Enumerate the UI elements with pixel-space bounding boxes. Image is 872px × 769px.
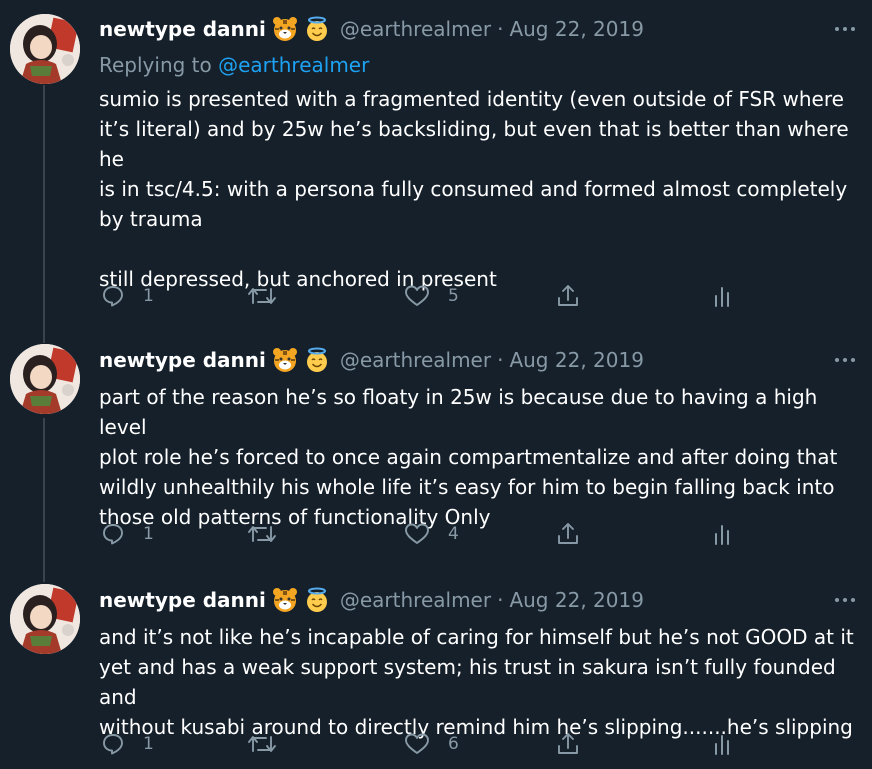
tiger-face-emoji <box>272 347 298 373</box>
tweet-date[interactable]: Aug 22, 2019 <box>509 588 643 612</box>
more-options-icon[interactable] <box>832 590 858 610</box>
reply-count: 1 <box>143 524 154 544</box>
analytics-icon <box>715 287 729 307</box>
replying-to-mention[interactable]: @earthrealmer <box>218 53 369 77</box>
like-button[interactable]: 5 <box>404 281 459 311</box>
smiling-face-with-halo-emoji <box>304 16 330 42</box>
separator-dot: · <box>497 17 504 41</box>
display-name[interactable]: newtype danni <box>99 17 266 41</box>
tweet-header: newtype danni @earthrealmer · Aug 22, 20… <box>99 585 644 615</box>
tweet-text: part of the reason he’s so floaty in 25w… <box>99 385 838 529</box>
tweet[interactable]: newtype danni @earthrealmer · Aug 22, 20… <box>0 330 872 570</box>
reply-button[interactable]: 1 <box>101 281 154 311</box>
analytics-button[interactable] <box>712 519 734 549</box>
analytics-button[interactable] <box>712 729 734 759</box>
like-count: 5 <box>448 286 459 306</box>
tiger-face-emoji <box>272 16 298 42</box>
share-icon <box>558 285 578 306</box>
tweet[interactable]: newtype danni @earthrealmer · Aug 22, 20… <box>0 0 872 330</box>
share-icon <box>558 733 578 754</box>
reply-count: 1 <box>143 286 154 306</box>
separator-dot: · <box>497 348 504 372</box>
tweet-text: and it’s not like he’s incapable of cari… <box>99 625 854 739</box>
like-button[interactable]: 6 <box>404 729 459 759</box>
analytics-icon <box>715 525 729 545</box>
retweet-icon <box>248 736 276 752</box>
smiling-face-with-halo-emoji <box>304 587 330 613</box>
display-name[interactable]: newtype danni <box>99 588 266 612</box>
reply-icon <box>103 524 123 545</box>
tweet-date[interactable]: Aug 22, 2019 <box>509 17 643 41</box>
reply-count: 1 <box>143 734 154 754</box>
like-icon <box>405 523 429 544</box>
share-icon <box>558 523 578 544</box>
like-count: 6 <box>448 734 459 754</box>
retweet-icon <box>248 526 276 542</box>
tiger-face-emoji <box>272 587 298 613</box>
like-icon <box>405 285 429 306</box>
reply-icon <box>103 286 123 307</box>
more-options-icon[interactable] <box>832 19 858 39</box>
separator-dot: · <box>497 588 504 612</box>
user-handle[interactable]: @earthrealmer <box>340 17 491 41</box>
retweet-button[interactable] <box>246 519 278 549</box>
tweet-date[interactable]: Aug 22, 2019 <box>509 348 643 372</box>
reply-button[interactable]: 1 <box>101 729 154 759</box>
avatar[interactable] <box>10 584 80 654</box>
user-handle[interactable]: @earthrealmer <box>340 348 491 372</box>
tweet-text: sumio is presented with a fragmented ide… <box>99 87 849 291</box>
tweet-header: newtype danni @earthrealmer · Aug 22, 20… <box>99 345 644 375</box>
replying-to: Replying to @earthrealmer <box>99 53 369 77</box>
tweet-header: newtype danni @earthrealmer · Aug 22, 20… <box>99 14 644 44</box>
retweet-button[interactable] <box>246 729 278 759</box>
analytics-button[interactable] <box>712 281 734 311</box>
avatar[interactable] <box>10 344 80 414</box>
avatar[interactable] <box>10 14 80 84</box>
user-handle[interactable]: @earthrealmer <box>340 588 491 612</box>
share-button[interactable] <box>555 519 581 549</box>
replying-to-label: Replying to <box>99 53 212 77</box>
like-button[interactable]: 4 <box>404 519 459 549</box>
like-icon <box>405 733 429 754</box>
share-button[interactable] <box>555 281 581 311</box>
retweet-button[interactable] <box>246 281 278 311</box>
share-button[interactable] <box>555 729 581 759</box>
reply-icon <box>103 734 123 755</box>
reply-button[interactable]: 1 <box>101 519 154 549</box>
like-count: 4 <box>448 524 459 544</box>
smiling-face-with-halo-emoji <box>304 347 330 373</box>
more-options-icon[interactable] <box>832 350 858 370</box>
retweet-icon <box>248 288 276 304</box>
display-name[interactable]: newtype danni <box>99 348 266 372</box>
analytics-icon <box>715 735 729 755</box>
tweet[interactable]: newtype danni @earthrealmer · Aug 22, 20… <box>0 570 872 769</box>
